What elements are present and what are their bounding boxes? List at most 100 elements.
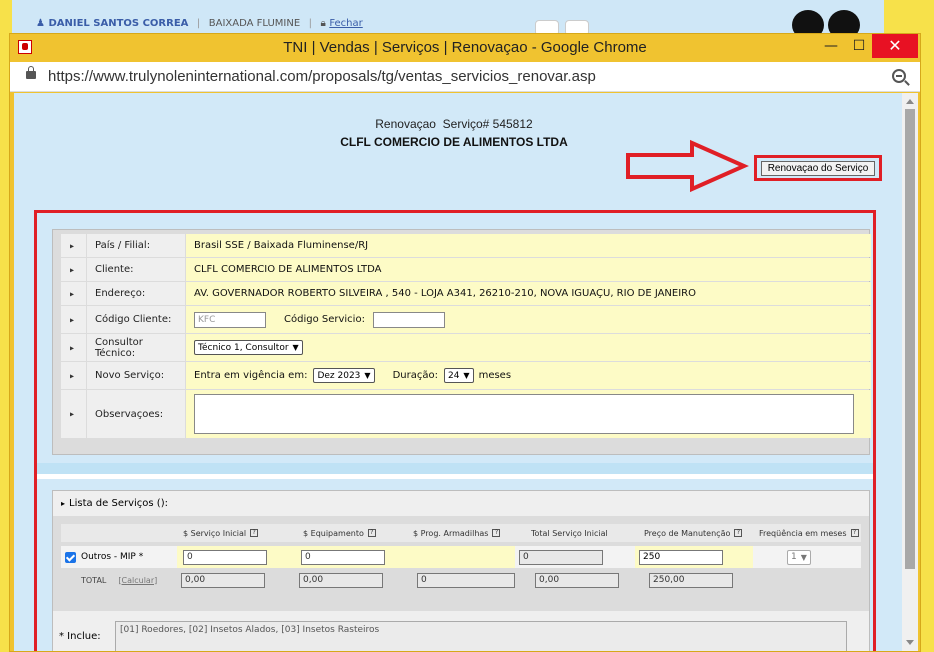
total-preco-cell: 250,00 [645, 569, 733, 591]
inclui-row: * Inclue: [01] Roedores, [02] Insetos Al… [53, 611, 869, 651]
chevron-down-icon: ▼ [463, 371, 470, 380]
user-icon: ♟ [36, 18, 45, 29]
form-row-cliente: Cliente: CLFL COMERCIO DE ALIMENTOS LTDA [61, 258, 871, 281]
help-icon[interactable]: ? [734, 529, 743, 537]
total-inicial-cell: 0 [515, 546, 635, 568]
frequencia-select[interactable]: 1 ▼ [787, 549, 811, 565]
form-row-pais: País / Filial: Brasil SSE / Baixada Flum… [61, 234, 871, 257]
total-servico-cell: 0,00 [177, 569, 265, 591]
servico-inicial-input[interactable]: 0 [183, 549, 267, 565]
field-label: meses [478, 370, 512, 381]
col-header: $ Serviço Inicial? [183, 524, 259, 542]
col-header: $ Prog. Armadilhas? [413, 524, 501, 542]
client-name-title: CLFL COMERCIO DE ALIMENTOS LTDA [340, 135, 568, 149]
divider [37, 463, 873, 474]
total-servico-inicial-value: 0 [519, 549, 603, 565]
form-row-codigo: Código Cliente: KFC Código Servicio: [61, 306, 871, 333]
service-number: Renovaçao Serviço# 545812 [375, 117, 533, 131]
field-label: Duração: [392, 370, 438, 381]
help-icon[interactable]: ? [367, 529, 376, 537]
url-text[interactable]: https://www.trulynoleninternational.com/… [48, 68, 596, 85]
field-label: Código Cliente: [87, 306, 185, 333]
row-arrow-icon [61, 258, 86, 281]
endereco-value: AV. GOVERNADOR ROBERTO SILVEIRA , 540 - … [186, 282, 871, 305]
branch-name: BAIXADA FLUMINE [208, 18, 301, 29]
help-icon[interactable]: ? [250, 529, 259, 537]
help-icon[interactable]: ? [492, 529, 501, 537]
preco-cell: 250 [635, 546, 753, 568]
codigo-cliente-input[interactable]: KFC [194, 311, 266, 328]
inclui-textarea[interactable]: [01] Roedores, [02] Insetos Alados, [03]… [115, 621, 847, 651]
separator: | [196, 18, 201, 29]
total-prog-cell: 0 [413, 569, 515, 591]
close-button[interactable]: ✕ [872, 34, 918, 58]
novo-servico-fields: Entra em vigência em: Dez 2023 ▼ Duração… [186, 362, 871, 389]
cliente-value: CLFL COMERCIO DE ALIMENTOS LTDA [186, 258, 871, 281]
field-label: Novo Serviço: [87, 362, 185, 389]
scroll-up-icon[interactable] [906, 99, 914, 104]
chrome-popup-window: TNI | Vendas | Serviços | Renovaçao - Go… [9, 33, 921, 652]
col-header: Preço de Manutenção? [644, 524, 743, 542]
separator: | [308, 18, 313, 29]
vigencia-select[interactable]: Dez 2023 ▼ [313, 368, 375, 383]
chevron-down-icon: ▼ [800, 552, 807, 562]
total-prog-armadilhas: 0 [417, 572, 515, 588]
consultor-select[interactable]: Técnico 1, Consultor ▼ [194, 340, 303, 355]
caret-icon: ▸ [61, 499, 66, 508]
col-header: Total Serviço Inicial [531, 528, 608, 538]
service-form: País / Filial: Brasil SSE / Baixada Flum… [52, 229, 871, 455]
calcular-link[interactable]: [Calcular] [118, 576, 157, 585]
address-bar[interactable]: https://www.trulynoleninternational.com/… [10, 62, 920, 92]
maximize-button[interactable]: ☐ [844, 34, 874, 58]
frequencia-cell: 1 ▼ [753, 546, 861, 568]
consultor-field: Técnico 1, Consultor ▼ [186, 334, 871, 361]
form-row-observacoes: Observaçoes: [61, 390, 871, 438]
observacoes-textarea[interactable] [194, 394, 854, 434]
logout-link[interactable]: Fechar [329, 18, 362, 29]
pais-filial-value: Brasil SSE / Baixada Fluminense/RJ [186, 234, 871, 257]
total-equipamento-cell: 0,00 [295, 569, 383, 591]
vertical-scrollbar[interactable] [902, 93, 918, 651]
codigo-servicio-input[interactable] [372, 311, 445, 328]
scroll-down-icon[interactable] [906, 640, 914, 645]
duracao-select[interactable]: 24 ▼ [443, 368, 474, 383]
total-label-cell: TOTAL [Calcular] [77, 569, 157, 591]
help-icon[interactable]: ? [850, 529, 859, 537]
field-label: País / Filial: [87, 234, 185, 257]
form-row-consultor: Consultor Técnico: Técnico 1, Consultor … [61, 334, 871, 361]
frequencia-selected: 1 [791, 552, 797, 562]
form-row-endereco: Endereço: AV. GOVERNADOR ROBERTO SILVEIR… [61, 282, 871, 305]
row-arrow-icon [61, 234, 86, 257]
lock-icon[interactable] [26, 66, 36, 79]
observacoes-field [186, 390, 871, 438]
service-name: Outros - MIP * [81, 552, 144, 562]
inclui-label: * Inclue: [59, 631, 101, 642]
minimize-button[interactable]: — [816, 34, 846, 58]
field-label: Entra em vigência em: [194, 370, 308, 381]
duracao-selected: 24 [447, 370, 460, 381]
highlight-box: Renovaçao do Serviço [754, 155, 882, 181]
user-name: DANIEL SANTOS CORREA [48, 18, 189, 29]
scroll-thumb[interactable] [905, 109, 915, 569]
highlight-box-main: País / Filial: Brasil SSE / Baixada Flum… [34, 210, 876, 651]
window-title: TNI | Vendas | Serviços | Renovaçao - Go… [283, 39, 647, 56]
service-checkbox[interactable] [65, 551, 76, 563]
equipamento-input[interactable]: 0 [301, 549, 385, 565]
servico-inicial-cell: 0 [179, 546, 267, 568]
services-title-text: Lista de Serviços (): [69, 498, 168, 509]
total-label: TOTAL [81, 575, 107, 585]
divider [37, 474, 873, 479]
field-label: Cliente: [87, 258, 185, 281]
preco-manutencao-input[interactable]: 250 [639, 549, 723, 565]
zoom-icon[interactable] [892, 69, 906, 83]
renovacao-button[interactable]: Renovaçao do Serviço [761, 161, 875, 176]
consultor-selected: Técnico 1, Consultor [198, 342, 289, 353]
col-header: $ Equipamento? [303, 524, 376, 542]
row-arrow-icon [61, 306, 86, 333]
title-bar: TNI | Vendas | Serviços | Renovaçao - Go… [10, 34, 920, 62]
chevron-down-icon: ▼ [364, 371, 371, 380]
service-name-cell: Outros - MIP * [61, 546, 177, 568]
field-label: Observaçoes: [87, 390, 185, 438]
total-servico-inicial: 0,00 [181, 572, 265, 588]
field-label: Código Servicio: [284, 314, 365, 325]
